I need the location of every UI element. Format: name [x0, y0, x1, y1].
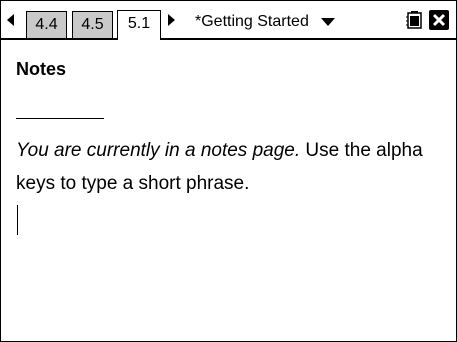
- notes-page[interactable]: Notes You are currently in a notes page.…: [1, 40, 456, 341]
- battery-icon: [406, 11, 422, 29]
- heading-divider: [16, 118, 104, 119]
- active-tab-gap: [118, 38, 160, 40]
- notes-italic-text: You are currently in a notes page.: [16, 140, 301, 161]
- tab-4-4[interactable]: 4.4: [26, 11, 67, 38]
- tab-label: 4.5: [81, 16, 104, 33]
- chevron-right-icon: [168, 14, 175, 26]
- next-page-button[interactable]: [164, 7, 178, 33]
- page-tab-bar: 4.4 4.5 5.1 *Getting Started: [1, 1, 456, 40]
- tab-label: 5.1: [127, 15, 151, 32]
- tab-5-1[interactable]: 5.1: [117, 10, 161, 40]
- notes-heading: Notes: [16, 59, 67, 79]
- tab-4-5[interactable]: 4.5: [72, 11, 113, 38]
- caret-down-icon[interactable]: [321, 18, 335, 26]
- close-button[interactable]: [429, 10, 449, 30]
- text-cursor: [17, 205, 18, 235]
- notes-paragraph[interactable]: You are currently in a notes page. Use t…: [16, 134, 436, 200]
- calculator-screen: 4.4 4.5 5.1 *Getting Started Notes You a…: [0, 0, 457, 342]
- chevron-left-icon: [7, 14, 14, 26]
- close-icon: [432, 13, 446, 27]
- tab-label: 4.4: [35, 16, 58, 33]
- previous-page-button[interactable]: [3, 7, 17, 33]
- document-title[interactable]: *Getting Started: [195, 10, 309, 34]
